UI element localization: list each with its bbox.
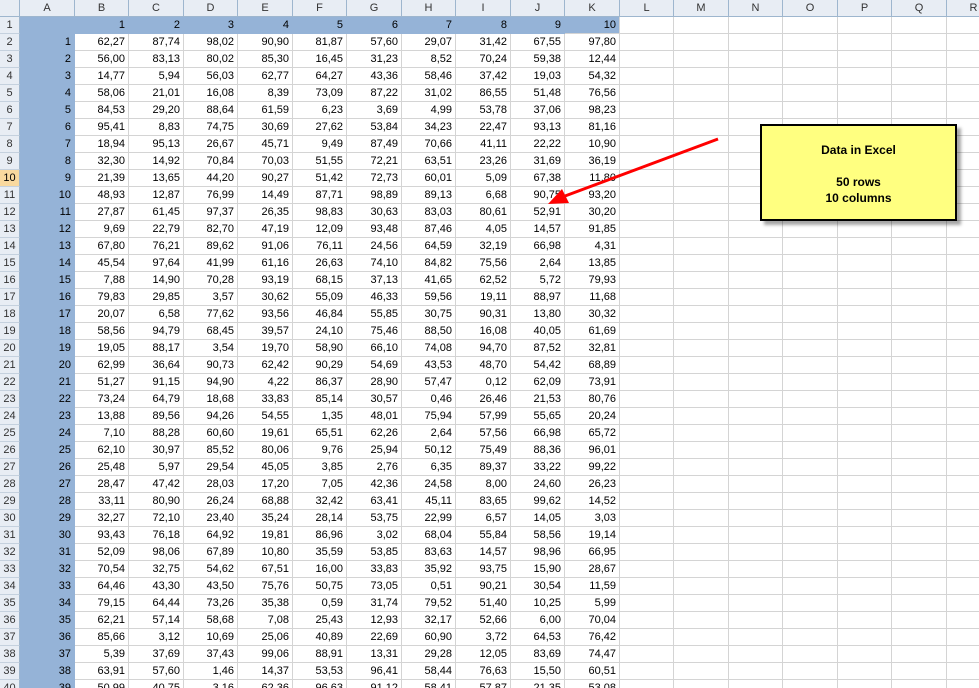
arrow-icon: [548, 137, 719, 204]
